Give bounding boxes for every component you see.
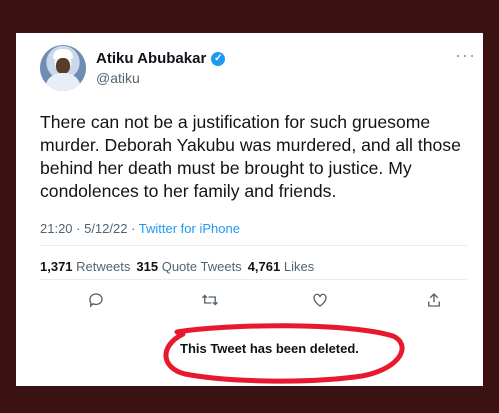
retweets-count: 1,371 [40, 259, 73, 274]
likes-stat[interactable]: 4,761 Likes [248, 259, 315, 274]
avatar[interactable] [40, 45, 86, 91]
retweets-stat[interactable]: 1,371 Retweets [40, 259, 130, 274]
display-name[interactable]: Atiku Abubakar [96, 50, 206, 67]
user-handle[interactable]: @atiku [96, 70, 140, 86]
tweet-timestamp[interactable]: 21:20 · 5/12/22 · [40, 221, 139, 236]
likes-label: Likes [283, 259, 315, 274]
tweet-text: There can not be a justification for suc… [40, 112, 461, 201]
reply-button[interactable] [85, 289, 107, 311]
quotes-count: 315 [136, 259, 159, 274]
avatar-robe [45, 73, 81, 91]
divider [40, 245, 467, 246]
like-icon [313, 293, 327, 307]
divider [40, 279, 467, 280]
tweet-deleted-notice: This Tweet has been deleted. [180, 341, 359, 356]
share-icon [428, 293, 440, 307]
engagement-stats: 1,371 Retweets 315 Quote Tweets 4,761 Li… [40, 259, 314, 274]
tweet-card: Atiku Abubakar ✓ @atiku ··· There can no… [16, 33, 483, 386]
tweet-actions-bar [16, 289, 483, 319]
reply-icon [89, 293, 103, 308]
avatar-face [56, 58, 70, 74]
like-button[interactable] [309, 289, 331, 311]
retweet-icon [202, 294, 218, 306]
likes-count: 4,761 [247, 259, 281, 274]
author-name-row[interactable]: Atiku Abubakar ✓ [96, 50, 226, 67]
verified-badge-icon: ✓ [211, 51, 226, 66]
retweets-label: Retweets [76, 259, 131, 274]
quotes-label: Quote Tweets [161, 259, 242, 274]
more-options-icon[interactable]: ··· [455, 46, 483, 65]
quotes-stat[interactable]: 315 Quote Tweets [136, 259, 241, 274]
share-button[interactable] [423, 289, 445, 311]
tweet-source-link[interactable]: Twitter for iPhone [139, 221, 240, 236]
tweet-meta: 21:20 · 5/12/22 · Twitter for iPhone [40, 221, 240, 236]
retweet-button[interactable] [199, 289, 221, 311]
